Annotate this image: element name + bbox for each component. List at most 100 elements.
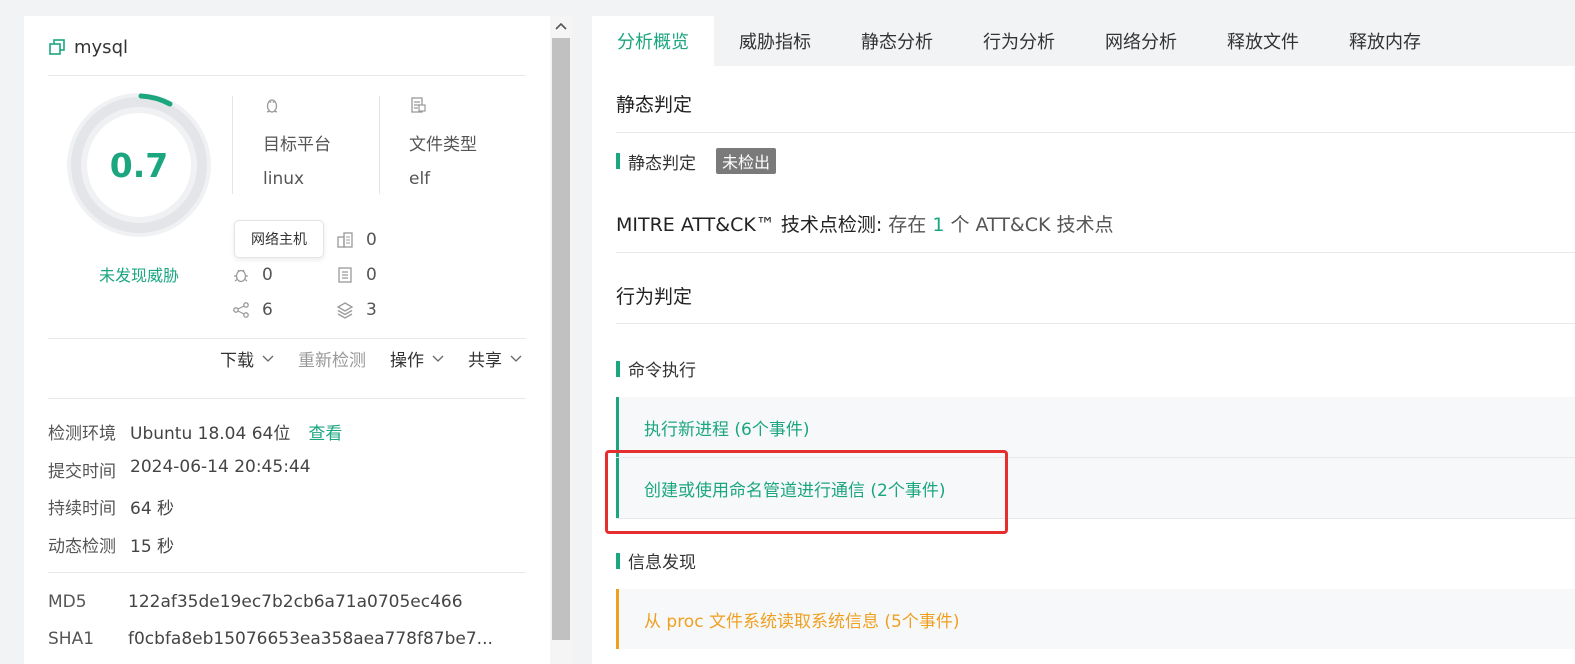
network-icon (233, 302, 249, 318)
md5-value: 122af35de19ec7b2cb6a71a0705ec466 (128, 592, 463, 612)
mitre-prefix: 存在 (888, 214, 927, 236)
event-label: 执行新进程 (6个事件) (644, 419, 810, 440)
building-icon (337, 232, 353, 248)
chevron-down-icon (510, 355, 522, 362)
command-exec-heading: 命令执行 (616, 356, 696, 381)
env-row: 检测环境 Ubuntu 18.04 64位 查看 (48, 419, 342, 444)
divider (48, 398, 526, 399)
file-name: mysql (74, 36, 128, 58)
platform-label: 目标平台 (263, 135, 331, 155)
event-new-process[interactable]: 执行新进程 (6个事件) (616, 397, 1575, 457)
chevron-down-icon (432, 355, 444, 362)
operate-label: 操作 (390, 351, 424, 371)
divider (232, 96, 233, 194)
filetype-info: 文件类型 elf (409, 96, 477, 194)
divider (48, 75, 526, 76)
scrollbar[interactable] (550, 16, 572, 664)
score-value: 0.7 (109, 145, 169, 185)
static-section-title: 静态判定 (616, 94, 693, 116)
submit-label: 提交时间 (48, 462, 116, 482)
dynamic-label: 动态检测 (48, 537, 116, 557)
section-marker (616, 153, 620, 169)
md5-label: MD5 (48, 592, 87, 612)
share-button[interactable]: 共享 (468, 346, 522, 371)
download-label: 下载 (220, 351, 254, 371)
stat-value: 0 (366, 265, 377, 285)
file-type-icon (411, 97, 426, 113)
bug-icon (234, 269, 248, 283)
filetype-label: 文件类型 (409, 135, 477, 155)
env-label: 检测环境 (48, 424, 116, 444)
status-badge: 未检出 (716, 148, 777, 174)
duration-value: 64 秒 (130, 499, 175, 519)
static-verdict-label: 静态判定 (628, 153, 696, 174)
command-exec-label: 命令执行 (628, 361, 696, 381)
linux-icon (266, 99, 278, 113)
divider (48, 572, 526, 573)
stat-value: 6 (262, 300, 273, 320)
tab-behavior-analysis[interactable]: 行为分析 (958, 16, 1080, 66)
stat-network: 6 (232, 300, 273, 320)
scroll-up-button[interactable] (550, 16, 572, 36)
stat-documents: 0 (336, 265, 377, 285)
redetect-label: 重新检测 (298, 351, 366, 371)
stat-value: 0 (262, 265, 273, 285)
platform-value: linux (263, 169, 305, 189)
behavior-section-title: 行为判定 (616, 286, 693, 308)
download-button[interactable]: 下载 (220, 346, 274, 371)
tab-dropped-files[interactable]: 释放文件 (1202, 16, 1324, 66)
mitre-label: MITRE ATT&CK™ 技术点检测: (616, 214, 883, 236)
md5-row: MD5 122af35de19ec7b2cb6a71a0705ec466 (48, 592, 463, 612)
static-verdict-row: 静态判定 未检出 (616, 148, 777, 174)
tab-overview[interactable]: 分析概览 (592, 16, 714, 66)
file-summary-panel: mysql 0.7 未发现威胁 目标平台 linux 文件类型 elf 0 0 … (24, 16, 550, 664)
filetype-value: elf (409, 169, 431, 189)
tab-dropped-memory[interactable]: 释放内存 (1324, 16, 1446, 66)
event-label: 从 proc 文件系统读取系统信息 (5个事件) (644, 611, 960, 632)
stat-value: 0 (366, 230, 377, 250)
tab-threat-indicators[interactable]: 威胁指标 (714, 16, 836, 66)
sha1-label: SHA1 (48, 629, 95, 649)
sha1-value: f0cbfa8eb15076653ea358aea778f87be7... (128, 629, 493, 649)
layers-icon (336, 302, 354, 319)
dynamic-row: 动态检测 15 秒 (48, 532, 174, 557)
env-value: Ubuntu 18.04 64位 (130, 424, 291, 444)
stat-malware: 0 (232, 265, 273, 285)
info-discovery-heading: 信息发现 (616, 548, 696, 573)
divider (616, 323, 1575, 324)
divider (379, 96, 380, 194)
mitre-count: 1 (932, 214, 945, 236)
divider (616, 132, 1575, 133)
divider (616, 252, 1575, 253)
sha1-row: SHA1 f0cbfa8eb15076653ea358aea778f87be7.… (48, 629, 493, 649)
chevron-down-icon (262, 355, 274, 362)
mitre-summary: MITRE ATT&CK™ 技术点检测: 存在 1 个 ATT&CK 技术点 (616, 210, 1114, 237)
stat-layers: 3 (336, 300, 377, 320)
duration-row: 持续时间 64 秒 (48, 494, 174, 519)
document-list-icon (338, 267, 352, 283)
copy-icon (49, 39, 65, 55)
tooltip: 网络主机 (234, 220, 324, 258)
submit-row: 提交时间 2024-06-14 20:45:44 (48, 457, 311, 482)
action-bar: 下载 重新检测 操作 共享 (196, 346, 522, 371)
operate-button[interactable]: 操作 (390, 346, 444, 371)
tab-static-analysis[interactable]: 静态分析 (836, 16, 958, 66)
event-proc-read[interactable]: 从 proc 文件系统读取系统信息 (5个事件) (616, 589, 1575, 649)
section-marker (616, 360, 620, 377)
chevron-up-icon (555, 22, 567, 30)
stat-value: 3 (366, 300, 377, 320)
verdict-label: 未发现威胁 (98, 266, 179, 285)
analysis-panel: 分析概览 威胁指标 静态分析 行为分析 网络分析 释放文件 释放内存 静态判定 … (592, 16, 1575, 664)
tab-bar: 分析概览 威胁指标 静态分析 行为分析 网络分析 释放文件 释放内存 (592, 16, 1575, 66)
dynamic-value: 15 秒 (130, 537, 175, 557)
file-header: mysql (48, 30, 128, 64)
share-label: 共享 (468, 351, 502, 371)
mitre-suffix: 个 ATT&CK 技术点 (950, 214, 1114, 236)
scroll-thumb[interactable] (552, 38, 570, 640)
highlight-box (605, 450, 1008, 534)
view-env-link[interactable]: 查看 (308, 419, 342, 444)
divider (48, 338, 526, 339)
tab-network-analysis[interactable]: 网络分析 (1080, 16, 1202, 66)
platform-info: 目标平台 linux (263, 96, 331, 194)
redetect-button[interactable]: 重新检测 (298, 346, 366, 371)
